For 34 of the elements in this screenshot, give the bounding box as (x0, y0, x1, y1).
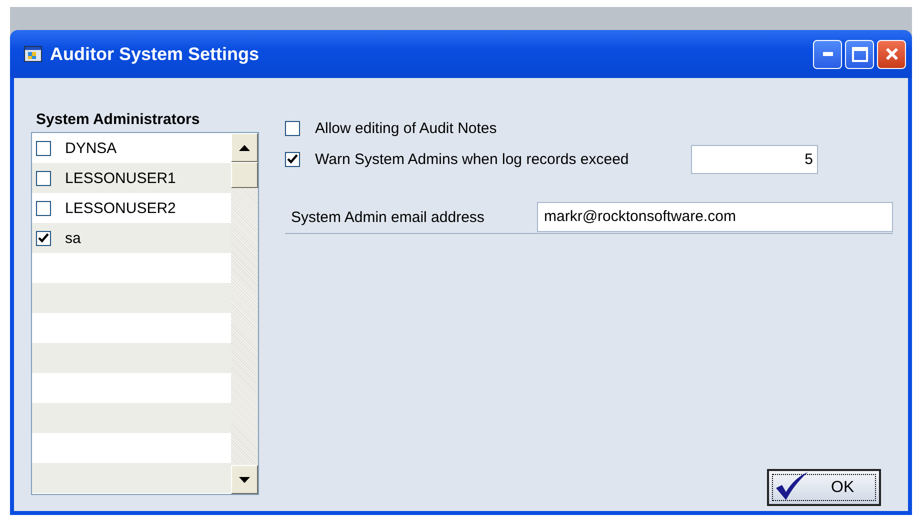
checkbox[interactable] (36, 200, 51, 216)
email-label: System Admin email address (291, 208, 486, 226)
maximize-icon (852, 46, 868, 62)
option-label: Allow editing of Audit Notes (315, 120, 498, 137)
email-field[interactable]: markr@rocktonsoftware.com (537, 202, 893, 232)
down-arrow-icon (239, 476, 250, 482)
scroll-up-button[interactable] (231, 133, 258, 162)
user-name: DYNSA (65, 140, 117, 156)
scrollbar[interactable] (231, 133, 258, 494)
maximize-button[interactable] (845, 40, 874, 68)
checkbox[interactable] (285, 121, 300, 136)
up-arrow-icon (239, 144, 250, 150)
list-item[interactable]: LESSONUSER1 (32, 163, 231, 193)
ok-button[interactable]: OK (767, 469, 881, 506)
window-title: Auditor System Settings (50, 44, 260, 64)
user-name: sa (65, 230, 81, 246)
checkbox[interactable] (36, 230, 51, 246)
minimize-button[interactable] (813, 40, 842, 68)
checkbox[interactable] (36, 170, 51, 186)
minimize-icon (822, 52, 832, 56)
option-label: Warn System Admins when log records exceed (315, 151, 630, 168)
checkmark-icon (775, 472, 809, 500)
scrollbar-thumb[interactable] (231, 162, 258, 188)
scroll-down-button[interactable] (231, 465, 258, 494)
user-name: LESSONUSER2 (65, 200, 176, 216)
window-icon (24, 46, 42, 62)
close-button[interactable] (877, 40, 906, 68)
list-heading: System Administrators (36, 110, 201, 130)
user-name: LESSONUSER1 (65, 170, 176, 186)
close-icon (884, 47, 898, 61)
list-item[interactable]: sa (32, 223, 231, 253)
checkbox[interactable] (285, 152, 300, 167)
number-field[interactable]: 5 (691, 145, 818, 174)
checkbox[interactable] (36, 140, 51, 156)
